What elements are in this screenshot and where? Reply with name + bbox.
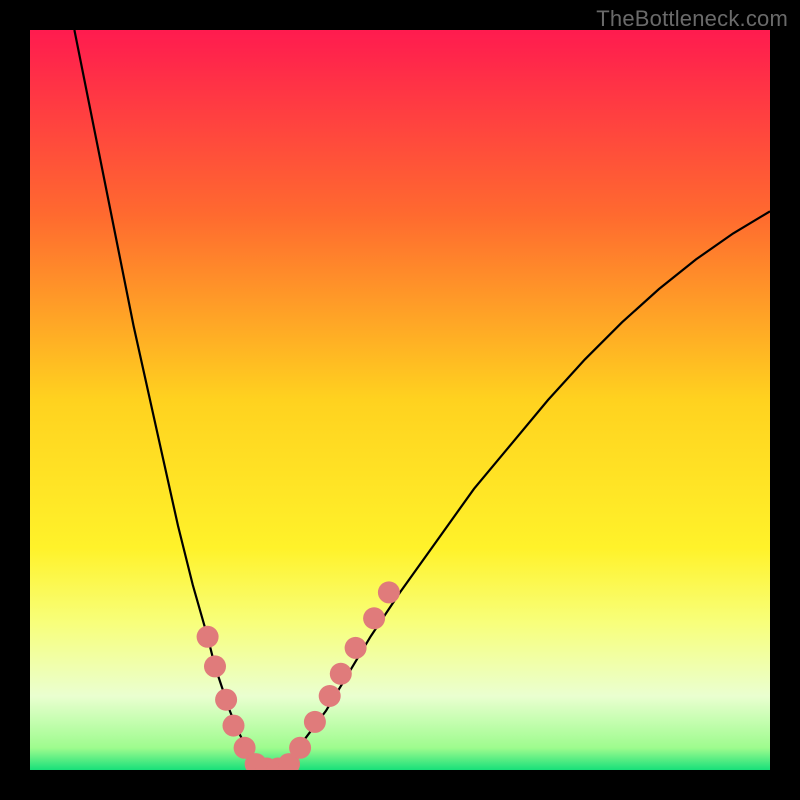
- marker-bead: [345, 637, 367, 659]
- marker-bead: [215, 689, 237, 711]
- marker-bead: [330, 663, 352, 685]
- marker-bead: [197, 626, 219, 648]
- marker-bead: [378, 581, 400, 603]
- gradient-background: [30, 30, 770, 770]
- marker-bead: [204, 655, 226, 677]
- marker-bead: [304, 711, 326, 733]
- plot-area: [30, 30, 770, 770]
- marker-bead: [363, 607, 385, 629]
- chart-container: TheBottleneck.com: [0, 0, 800, 800]
- chart-svg: [30, 30, 770, 770]
- marker-bead: [223, 715, 245, 737]
- marker-bead: [319, 685, 341, 707]
- watermark-text: TheBottleneck.com: [596, 6, 788, 32]
- marker-bead: [289, 737, 311, 759]
